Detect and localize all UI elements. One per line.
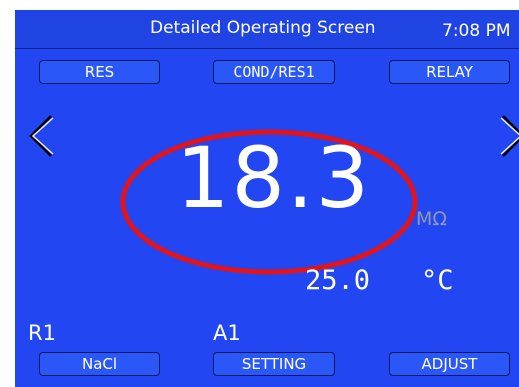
temperature-value: 25.0 bbox=[305, 265, 371, 296]
relay-button[interactable]: RELAY bbox=[389, 60, 510, 84]
clock-time: 7:08 PM bbox=[442, 21, 511, 41]
screen-title: Detailed Operating Screen bbox=[150, 18, 376, 38]
channel-label-a1: A1 bbox=[213, 321, 241, 345]
cond-res1-button[interactable]: COND/RES1 bbox=[213, 60, 335, 84]
res-button[interactable]: RES bbox=[39, 60, 160, 84]
temperature-unit: °C bbox=[421, 265, 454, 296]
resistivity-unit: MΩ bbox=[416, 208, 447, 230]
resistivity-value: 18.3 bbox=[176, 129, 372, 227]
nacl-button[interactable]: NaCl bbox=[39, 352, 160, 376]
chevron-right-icon[interactable] bbox=[499, 114, 519, 158]
adjust-button[interactable]: ADJUST bbox=[389, 352, 510, 376]
chevron-left-icon[interactable] bbox=[27, 114, 55, 158]
channel-label-r1: R1 bbox=[28, 321, 56, 345]
operating-screen: Detailed Operating Screen 7:08 PM RES CO… bbox=[15, 10, 519, 387]
setting-button[interactable]: SETTING bbox=[213, 352, 335, 376]
header-bar: Detailed Operating Screen 7:08 PM bbox=[15, 10, 519, 49]
